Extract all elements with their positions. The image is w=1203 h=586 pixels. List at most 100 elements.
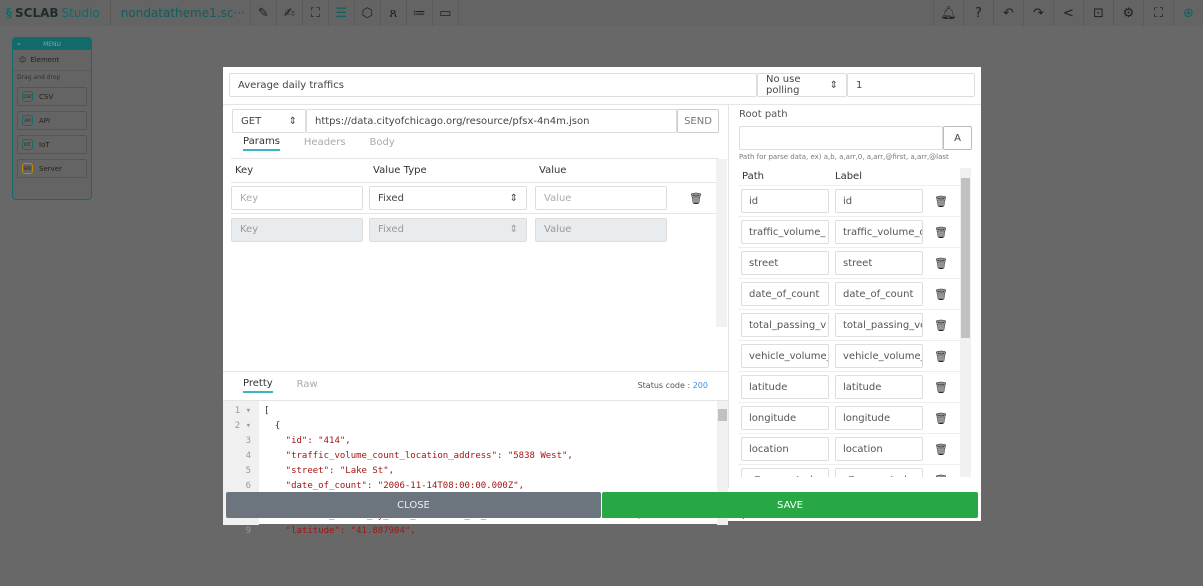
mapping-panel: Root path A Path for parse data, ex) a,b… xyxy=(728,104,981,488)
root-path-input[interactable] xyxy=(739,126,943,150)
close-button[interactable]: CLOSE xyxy=(226,492,601,518)
path-input[interactable]: location xyxy=(741,437,829,461)
upload-icon[interactable]: ⊕ xyxy=(1173,0,1203,26)
edit-icon[interactable]: ✍ xyxy=(277,0,303,26)
gear-icon[interactable]: ⚙ xyxy=(1113,0,1143,26)
col-value: Value xyxy=(539,165,567,176)
tab-headers[interactable]: Headers xyxy=(304,137,346,150)
trash-icon[interactable]: 🗑︎ xyxy=(929,474,953,478)
code-line: "latitude": "41.887904", xyxy=(264,526,416,536)
trash-icon[interactable]: 🗑︎ xyxy=(929,257,953,270)
value-input[interactable]: Value xyxy=(535,186,667,210)
label-input[interactable]: street xyxy=(835,251,923,275)
trash-icon[interactable]: 🗑︎ xyxy=(929,319,953,332)
method-select[interactable]: GET ⇕ xyxy=(232,109,306,133)
path-input[interactable]: traffic_volume_ xyxy=(741,220,829,244)
fullscreen-icon[interactable]: ⛶ xyxy=(1143,0,1173,26)
iot-button[interactable]: IOT IoT xyxy=(17,135,87,154)
url-input[interactable]: https://data.cityofchicago.org/resource/… xyxy=(306,109,677,133)
root-path-label: Root path xyxy=(739,109,788,120)
label-input[interactable]: total_passing_ve xyxy=(835,313,923,337)
value-type-select[interactable]: Fixed ⇕ xyxy=(369,186,527,210)
select-arrows-icon: ⇕ xyxy=(509,192,518,204)
value-input: Value xyxy=(535,217,667,242)
path-input[interactable]: latitude xyxy=(741,375,829,399)
code-icon[interactable]: ⬡ xyxy=(355,0,381,26)
csv-button[interactable]: CSV CSV xyxy=(17,87,87,106)
collapse-icon[interactable]: « xyxy=(17,41,21,48)
path-row: street street 🗑︎ xyxy=(738,248,971,279)
col-label: Label xyxy=(835,171,862,182)
help-icon[interactable]: ? xyxy=(963,0,993,26)
unlock-icon[interactable]: ⊡ xyxy=(1083,0,1113,26)
path-input[interactable]: date_of_count xyxy=(741,282,829,306)
trash-icon[interactable]: 🗑︎ xyxy=(929,350,953,363)
tab-params[interactable]: Params xyxy=(243,136,280,151)
trash-icon[interactable]: 🗑︎ xyxy=(929,195,953,208)
path-scrollbar[interactable] xyxy=(960,168,971,477)
server-button[interactable]: SRV Server xyxy=(17,159,87,178)
label-input[interactable]: vehicle_volume_ xyxy=(835,344,923,368)
status-code: Status code : 200 xyxy=(637,381,708,390)
params-scrollbar[interactable] xyxy=(716,159,727,327)
root-path-hint: Path for parse data, ex) a,b, a,arr,0, a… xyxy=(739,153,949,161)
code-line: { xyxy=(264,421,281,431)
save-button[interactable]: SAVE xyxy=(602,492,978,518)
path-row: total_passing_v total_passing_ve 🗑︎ xyxy=(738,310,971,341)
parse-path-button[interactable]: A xyxy=(943,126,972,150)
key-input[interactable]: Key xyxy=(231,186,363,210)
code-line: "traffic_volume_count_location_address":… xyxy=(264,451,573,461)
select-arrows-icon: ⇕ xyxy=(509,224,518,235)
trash-icon[interactable]: 🗑︎ xyxy=(929,443,953,456)
tab-body[interactable]: Body xyxy=(370,137,395,150)
select-arrows-icon: ⇕ xyxy=(829,79,838,91)
polling-select[interactable]: No use polling ⇕ xyxy=(757,73,847,97)
path-input[interactable]: street xyxy=(741,251,829,275)
path-input[interactable]: :@computed_ xyxy=(741,468,829,477)
polling-value-input[interactable]: 1 xyxy=(847,73,975,97)
label-input[interactable]: :@computed_ xyxy=(835,468,923,477)
line-number: 5 xyxy=(245,466,251,476)
path-input[interactable]: id xyxy=(741,189,829,213)
share-icon[interactable]: < xyxy=(1053,0,1083,26)
label-input[interactable]: latitude xyxy=(835,375,923,399)
api-modal: Average daily traffics No use polling ⇕ 1… xyxy=(223,67,981,536)
api-button[interactable]: API API xyxy=(17,111,87,130)
trash-icon[interactable]: 🗑︎ xyxy=(929,381,953,394)
database-icon[interactable]: ☰ xyxy=(329,0,355,26)
send-button[interactable]: SEND xyxy=(677,109,719,133)
trash-icon[interactable]: 🗑︎ xyxy=(929,288,953,301)
label-input[interactable]: date_of_count xyxy=(835,282,923,306)
tab-pretty[interactable]: Pretty xyxy=(243,378,273,393)
server-icon: SRV xyxy=(22,163,33,174)
undo-icon[interactable]: ↶ xyxy=(993,0,1023,26)
title-input[interactable]: Average daily traffics xyxy=(229,73,757,97)
map-icon[interactable]: ⛶ xyxy=(303,0,329,26)
edit-screen-icon[interactable]: ✎ xyxy=(251,0,277,26)
path-row: id id 🗑︎ xyxy=(738,186,971,217)
path-input[interactable]: longitude xyxy=(741,406,829,430)
list-icon[interactable]: ≔ xyxy=(407,0,433,26)
file-name[interactable]: nondatatheme1.sc··· xyxy=(111,0,251,26)
element-button[interactable]: ☺ Element xyxy=(13,50,91,71)
redo-icon[interactable]: ↷ xyxy=(1023,0,1053,26)
trash-icon[interactable]: 🗑︎ xyxy=(929,226,953,239)
card-icon[interactable]: ▭ xyxy=(433,0,459,26)
bell-icon[interactable]: 🔔︎ xyxy=(933,0,963,26)
trash-icon[interactable]: 🗑︎ xyxy=(929,412,953,425)
label-input[interactable]: location xyxy=(835,437,923,461)
tab-raw[interactable]: Raw xyxy=(297,379,318,392)
path-input[interactable]: vehicle_volume_ xyxy=(741,344,829,368)
path-table: Path Label id id 🗑︎ traffic_volume_ traffic_… xyxy=(738,168,971,477)
label-input[interactable]: traffic_volume_c xyxy=(835,220,923,244)
path-row: vehicle_volume_ vehicle_volume_ 🗑︎ xyxy=(738,341,971,372)
col-value-type: Value Type xyxy=(373,165,427,176)
label-input[interactable]: id xyxy=(835,189,923,213)
path-row: traffic_volume_ traffic_volume_c 🗑︎ xyxy=(738,217,971,248)
trash-icon[interactable]: 🗑︎ xyxy=(681,192,711,205)
path-icon: A xyxy=(954,132,961,144)
label-input[interactable]: longitude xyxy=(835,406,923,430)
path-row: longitude longitude 🗑︎ xyxy=(738,403,971,434)
path-input[interactable]: total_passing_v xyxy=(741,313,829,337)
users-icon[interactable]: ጸ xyxy=(381,0,407,26)
